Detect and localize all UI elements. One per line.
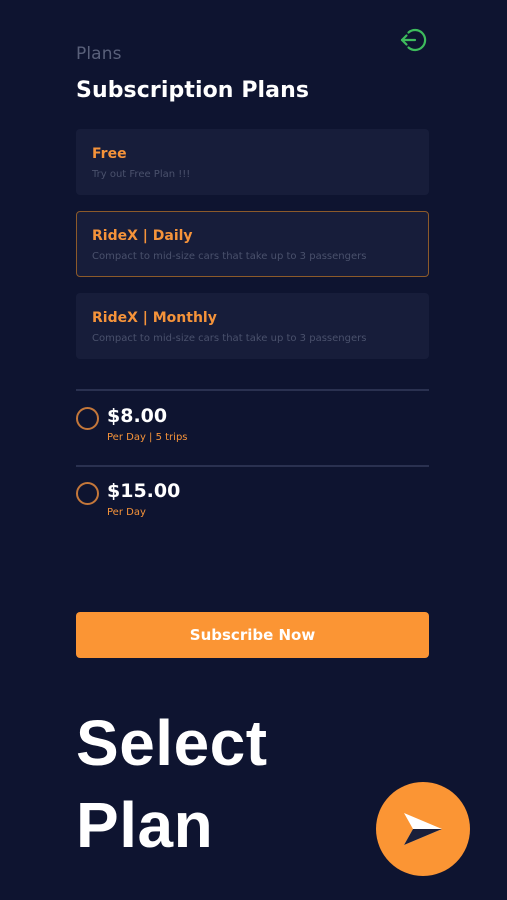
plan-card-ridex-monthly[interactable]: RideX | Monthly Compact to mid-size cars… [76,293,429,359]
plan-name: Free [92,146,127,162]
price-option-per-day[interactable]: $15.00 Per Day [76,480,429,542]
subscription-plans-screen: Plans Subscription Plans Free Try out Fr… [0,0,507,900]
ridex-arrow-logo-icon [404,813,442,845]
plan-card-ridex-daily[interactable]: RideX | Daily Compact to mid-size cars t… [76,211,429,277]
plan-name: RideX | Monthly [92,310,217,326]
headline-line-1: Select [76,707,268,779]
page-title: Subscription Plans [76,78,310,103]
ridex-logo-badge [376,782,470,876]
breadcrumb: Plans [76,44,122,64]
divider [76,389,429,391]
plan-name: RideX | Daily [92,228,193,244]
plan-description: Try out Free Plan !!! [92,169,191,180]
plan-description: Compact to mid-size cars that take up to… [92,333,367,344]
radio-button[interactable] [76,482,99,505]
price-detail: Per Day [107,507,146,518]
select-plan-headline: Select Plan [76,702,268,866]
price-amount: $8.00 [107,405,168,427]
logout-icon [400,28,427,52]
price-amount: $15.00 [107,480,181,502]
divider [76,465,429,467]
price-detail: Per Day | 5 trips [107,432,188,443]
headline-line-2: Plan [76,789,214,861]
subscribe-now-button[interactable]: Subscribe Now [76,612,429,658]
price-option-daily-5-trips[interactable]: $8.00 Per Day | 5 trips [76,405,429,467]
logout-button[interactable] [398,25,428,55]
plan-description: Compact to mid-size cars that take up to… [92,251,367,262]
plan-card-free[interactable]: Free Try out Free Plan !!! [76,129,429,195]
radio-button[interactable] [76,407,99,430]
